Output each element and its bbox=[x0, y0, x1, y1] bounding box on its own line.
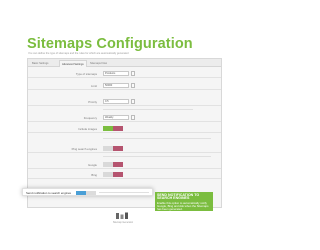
settings-row: Bing bbox=[28, 171, 221, 179]
tab-sitemaps-flow[interactable]: Sitemaps Flow bbox=[88, 60, 109, 67]
toggle-yes[interactable] bbox=[103, 172, 113, 177]
toggle-no[interactable] bbox=[113, 146, 123, 151]
row-label: Bing bbox=[91, 173, 97, 177]
settings-row: Priority 0.5 bbox=[28, 98, 221, 106]
toggle-yes[interactable] bbox=[76, 191, 86, 195]
stepper-icon[interactable] bbox=[131, 83, 135, 88]
settings-panel: Basic Settings Advanced Settings Sitemap… bbox=[27, 58, 222, 208]
row-label: Type of sitemaps bbox=[75, 72, 97, 76]
toggle-no[interactable] bbox=[113, 172, 123, 177]
callout-text: Enable this option to automatically noti… bbox=[157, 200, 209, 212]
settings-row: Limit 50000 bbox=[28, 82, 221, 90]
settings-row: Ping search engines bbox=[28, 145, 221, 153]
toggle-yes[interactable] bbox=[103, 162, 113, 167]
google-toggle[interactable] bbox=[103, 162, 123, 167]
help-row bbox=[28, 135, 221, 143]
row-label: Limit bbox=[91, 84, 97, 88]
frequency-select[interactable]: Weekly bbox=[103, 115, 129, 120]
toggle-no[interactable] bbox=[113, 126, 123, 131]
help-text-line bbox=[99, 192, 149, 193]
row-label: Priority bbox=[88, 100, 97, 104]
bing-toggle[interactable] bbox=[103, 172, 123, 177]
help-text-line bbox=[103, 109, 193, 110]
sitemap-type-select[interactable]: Products bbox=[103, 71, 129, 76]
tab-bar: Basic Settings Advanced Settings Sitemap… bbox=[28, 59, 221, 67]
tab-basic-settings[interactable]: Basic Settings bbox=[30, 60, 50, 67]
row-label: Google bbox=[87, 163, 97, 167]
feature-callout: SEND NOTIFICATION TO SEARCH ENGINES Enab… bbox=[155, 192, 213, 211]
send-notification-row: Send notification to search engines bbox=[22, 188, 153, 196]
include-images-toggle[interactable] bbox=[103, 126, 123, 131]
settings-row: Google bbox=[28, 161, 221, 169]
chevron-down-icon[interactable] bbox=[131, 115, 135, 120]
settings-row: Type of sitemaps Products bbox=[28, 70, 221, 78]
row-label: Frequency bbox=[83, 116, 97, 120]
tab-advanced-settings[interactable]: Advanced Settings bbox=[59, 60, 87, 67]
help-row bbox=[28, 106, 221, 114]
page-subtitle: You can define the type of sitemaps and … bbox=[28, 52, 129, 55]
brand-logo-icon bbox=[116, 212, 128, 219]
callout-title: SEND NOTIFICATION TO SEARCH ENGINES bbox=[157, 192, 200, 201]
toggle-yes[interactable] bbox=[103, 146, 113, 151]
stepper-icon[interactable] bbox=[131, 99, 135, 104]
send-notification-label: Send notification to search engines bbox=[26, 191, 71, 195]
chevron-down-icon[interactable] bbox=[131, 71, 135, 76]
priority-input[interactable]: 0.5 bbox=[103, 99, 129, 104]
help-text-line bbox=[103, 138, 211, 139]
row-label: Include images bbox=[78, 127, 97, 131]
help-row bbox=[28, 153, 221, 161]
limit-input[interactable]: 50000 bbox=[103, 83, 129, 88]
brand-name: Sitemap Generator bbox=[112, 221, 134, 224]
settings-row: Frequency Weekly bbox=[28, 114, 221, 122]
settings-row: Include images bbox=[28, 125, 221, 133]
toggle-no[interactable] bbox=[113, 162, 123, 167]
toggle-no[interactable] bbox=[86, 191, 96, 195]
ping-toggle[interactable] bbox=[103, 146, 123, 151]
help-text-line bbox=[103, 156, 211, 157]
send-notification-toggle[interactable] bbox=[76, 191, 96, 195]
row-label: Ping search engines bbox=[71, 147, 97, 151]
toggle-yes[interactable] bbox=[103, 126, 113, 131]
page-title: Sitemaps Configuration bbox=[27, 36, 193, 52]
